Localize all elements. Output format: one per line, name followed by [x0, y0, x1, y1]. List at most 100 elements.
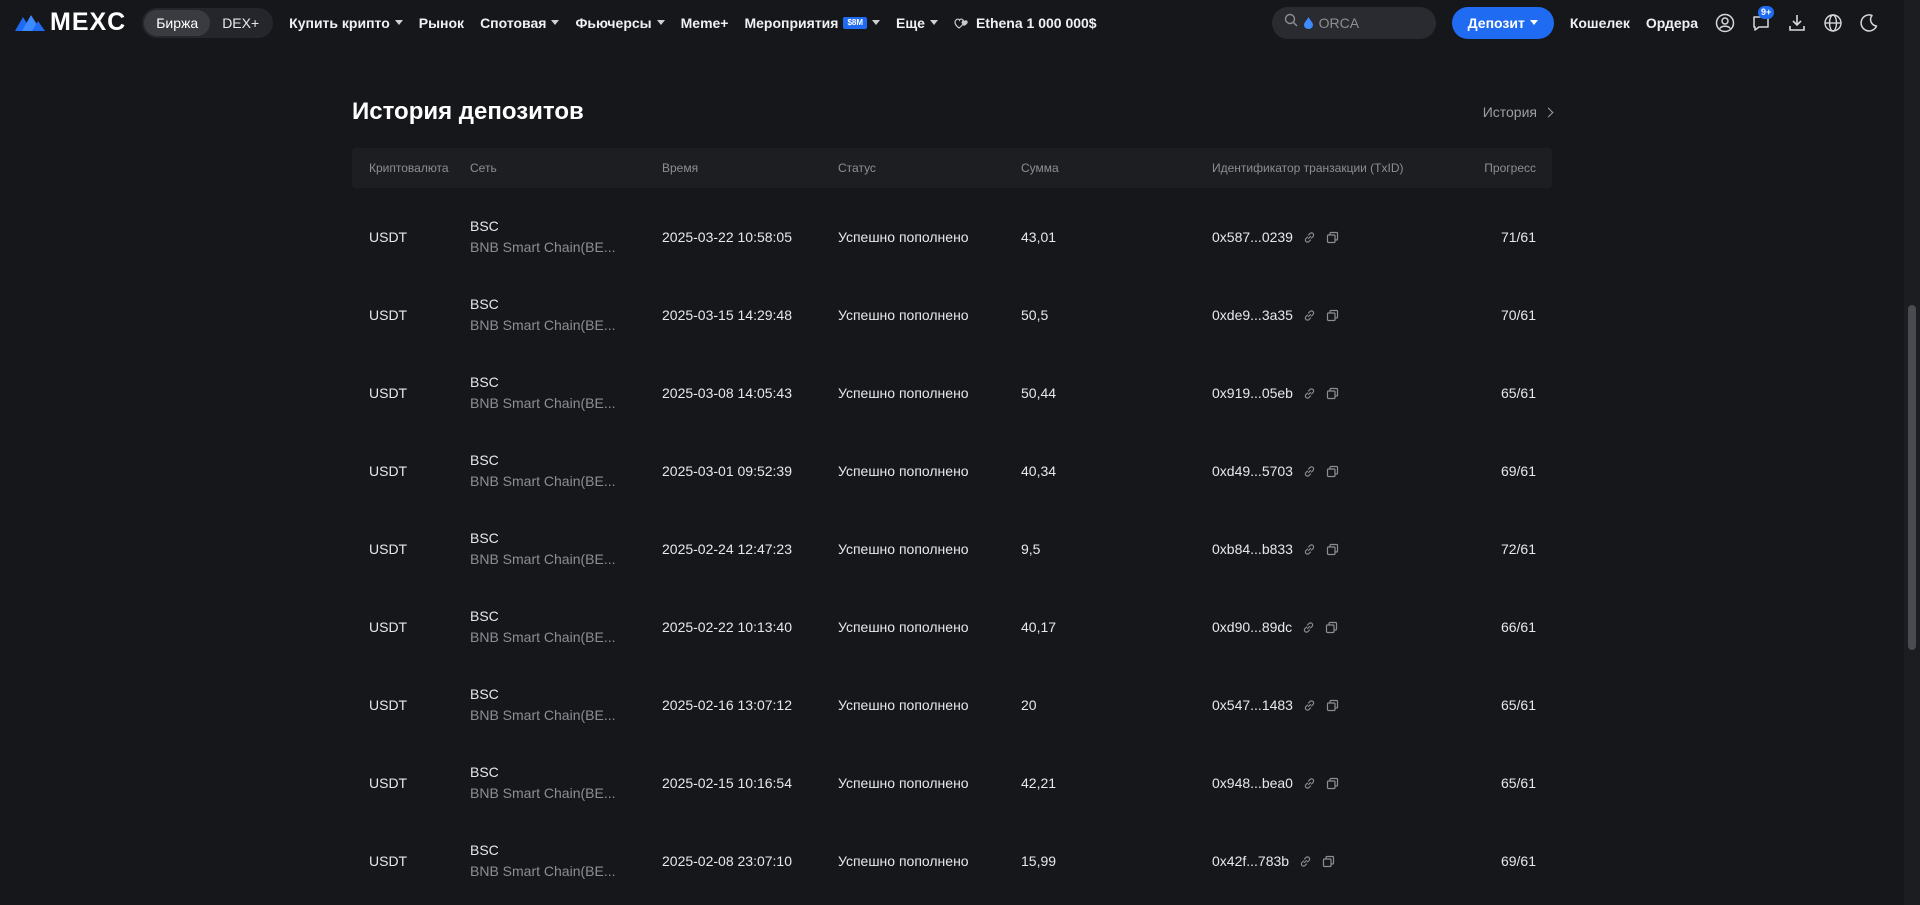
messages-icon[interactable]: 9+	[1750, 5, 1775, 34]
network-code: BSC	[470, 686, 499, 702]
column-header-network: Сеть	[470, 161, 497, 175]
cell-network: BSC BNB Smart Chain(BE...	[470, 450, 662, 492]
table-row: USDT BSC BNB Smart Chain(BE... 2025-03-01 0…	[352, 432, 1552, 510]
cell-time: 2025-02-15 10:16:54	[662, 775, 792, 791]
cell-coin: USDT	[369, 541, 408, 557]
cell-status: Успешно пополнено	[838, 697, 969, 713]
deposit-history-section: История депозитов История Криптовалюта С…	[352, 90, 1554, 900]
table-header: Криптовалюта Сеть Время Статус Сумма Иде…	[352, 148, 1552, 188]
link-icon[interactable]	[1299, 855, 1312, 868]
table-row: USDT BSC BNB Smart Chain(BE... 2025-02-24 1…	[352, 510, 1552, 588]
segment-exchange[interactable]: Биржа	[144, 9, 211, 36]
copy-icon[interactable]	[1326, 699, 1339, 712]
link-icon[interactable]	[1303, 387, 1316, 400]
cell-status: Успешно пополнено	[838, 853, 969, 869]
chevron-right-icon	[1543, 107, 1554, 117]
network-code: BSC	[470, 452, 499, 468]
cell-network: BSC BNB Smart Chain(BE...	[470, 528, 662, 570]
link-icon[interactable]	[1302, 621, 1315, 634]
cell-amount: 15,99	[1021, 853, 1057, 869]
nav-promo-ethena[interactable]: Ethena 1 000 000$	[954, 15, 1097, 31]
table-row: USDT BSC BNB Smart Chain(BE... 2025-03-15 1…	[352, 276, 1552, 354]
network-name: BNB Smart Chain(BE...	[470, 863, 616, 879]
column-header-status: Статус	[838, 161, 876, 175]
nav-meme-plus[interactable]: Meme+	[681, 15, 729, 31]
chevron-down-icon	[656, 20, 665, 25]
mexc-logo[interactable]: MEXC	[14, 0, 126, 45]
copy-icon[interactable]	[1325, 621, 1338, 634]
nav-events[interactable]: Мероприятия $8M	[744, 15, 881, 31]
cell-coin: USDT	[369, 775, 408, 791]
copy-icon[interactable]	[1326, 387, 1339, 400]
column-header-progress: Прогресс	[1484, 161, 1536, 175]
nav-futures-label: Фьючерсы	[575, 14, 652, 31]
cell-txid: 0x547...1483	[1212, 697, 1442, 713]
cell-time: 2025-03-08 14:05:43	[662, 385, 792, 401]
search-input[interactable]	[1316, 13, 1427, 32]
chevron-down-icon	[872, 20, 881, 25]
network-code: BSC	[470, 764, 499, 780]
cell-amount: 43,01	[1021, 229, 1057, 245]
cell-time: 2025-03-22 10:58:05	[662, 229, 792, 245]
cell-time: 2025-02-08 23:07:10	[662, 853, 792, 869]
hearts-icon	[954, 16, 970, 30]
table-row: USDT BSC BNB Smart Chain(BE... 2025-02-08 2…	[352, 822, 1552, 900]
nav-more[interactable]: Еще	[896, 15, 938, 31]
nav-buy-crypto[interactable]: Купить крипто	[289, 15, 403, 31]
cell-time: 2025-03-15 14:29:48	[662, 307, 792, 323]
copy-icon[interactable]	[1326, 465, 1339, 478]
link-icon[interactable]	[1303, 465, 1316, 478]
copy-icon[interactable]	[1326, 231, 1339, 244]
nav-futures[interactable]: Фьючерсы	[575, 14, 665, 31]
cell-network: BSC BNB Smart Chain(BE...	[470, 762, 662, 804]
network-name: BNB Smart Chain(BE...	[470, 395, 616, 411]
link-icon[interactable]	[1303, 543, 1316, 556]
header-right: Депозит Кошелек Ордера 9+	[1271, 0, 1904, 45]
link-icon[interactable]	[1303, 777, 1316, 790]
cell-coin: USDT	[369, 697, 408, 713]
cell-coin: USDT	[369, 463, 408, 479]
link-icon[interactable]	[1303, 699, 1316, 712]
deposit-button[interactable]: Депозит	[1451, 6, 1554, 39]
top-navigation-bar: MEXC Биржа DEX+ Купить крипто Рынок Спот…	[0, 0, 1904, 45]
link-icon[interactable]	[1303, 231, 1316, 244]
wallet-link[interactable]: Кошелек	[1570, 15, 1630, 31]
cell-coin: USDT	[369, 307, 408, 323]
link-icon[interactable]	[1303, 309, 1316, 322]
txid-text: 0x42f...783b	[1212, 853, 1290, 869]
cell-txid: 0x919...05eb	[1212, 385, 1442, 401]
table-row: USDT BSC BNB Smart Chain(BE... 2025-03-22 1…	[352, 198, 1552, 276]
segment-dex-plus[interactable]: DEX+	[210, 10, 271, 36]
cell-amount: 42,21	[1021, 775, 1057, 791]
cell-txid: 0xde9...3a35	[1212, 307, 1442, 323]
network-name: BNB Smart Chain(BE...	[470, 629, 616, 645]
user-profile-icon[interactable]	[1714, 12, 1736, 34]
cell-coin: USDT	[369, 385, 408, 401]
scrollbar-thumb[interactable]	[1908, 305, 1916, 650]
history-link[interactable]: История	[1483, 104, 1554, 120]
download-icon[interactable]	[1786, 12, 1808, 34]
copy-icon[interactable]	[1322, 855, 1335, 868]
cell-status: Успешно пополнено	[838, 229, 969, 245]
orders-link[interactable]: Ордера	[1646, 15, 1698, 31]
cell-time: 2025-02-24 12:47:23	[662, 541, 792, 557]
cell-time: 2025-02-22 10:13:40	[662, 619, 792, 635]
cell-progress: 66/61	[1500, 619, 1536, 635]
nav-more-label: Еще	[896, 14, 925, 31]
txid-text: 0xb84...b833	[1212, 541, 1293, 557]
nav-market[interactable]: Рынок	[419, 15, 464, 31]
nav-spot[interactable]: Спотовая	[480, 15, 560, 31]
copy-icon[interactable]	[1326, 309, 1339, 322]
copy-icon[interactable]	[1326, 543, 1339, 556]
chevron-down-icon	[551, 20, 560, 25]
table-row: USDT BSC BNB Smart Chain(BE... 2025-02-16 1…	[352, 666, 1552, 744]
cell-network: BSC BNB Smart Chain(BE...	[470, 684, 662, 726]
moon-theme-icon[interactable]	[1858, 12, 1880, 34]
page-scrollbar[interactable]	[1904, 0, 1920, 905]
copy-icon[interactable]	[1326, 777, 1339, 790]
cell-amount: 40,34	[1021, 463, 1057, 479]
cell-amount: 40,17	[1021, 619, 1057, 635]
globe-language-icon[interactable]	[1822, 12, 1844, 34]
search-box[interactable]	[1271, 6, 1436, 39]
txid-text: 0xd49...5703	[1212, 463, 1293, 479]
